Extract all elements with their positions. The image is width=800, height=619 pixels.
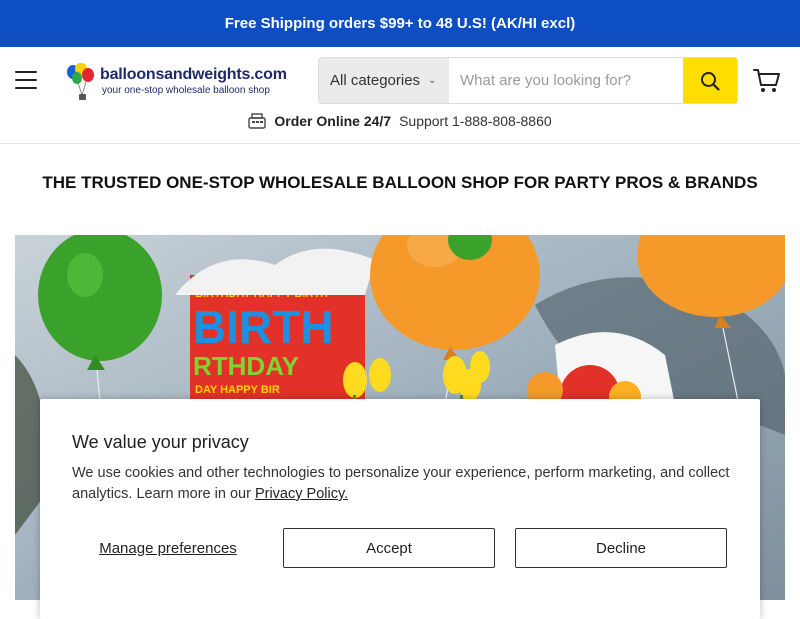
menu-icon[interactable]	[15, 71, 37, 89]
manage-preferences-button[interactable]: Manage preferences	[83, 528, 253, 568]
bag-text-bottom: DAY HAPPY BIR	[195, 384, 280, 396]
cookie-body: We use cookies and other technologies to…	[72, 463, 732, 505]
logo[interactable]: balloonsandweights.com your one-stop who…	[64, 63, 294, 101]
balloons-logo-icon	[67, 63, 94, 100]
announcement-bar: Free Shipping orders $99+ to 48 U.S! (AK…	[0, 0, 800, 47]
cookie-title: We value your privacy	[72, 432, 249, 452]
site-header: balloonsandweights.com your one-stop who…	[0, 47, 800, 144]
search-button[interactable]	[683, 58, 737, 103]
page-title: THE TRUSTED ONE-STOP WHOLESALE BALLOON S…	[42, 173, 758, 192]
chevron-down-icon: ⌄	[428, 75, 437, 86]
privacy-policy-link[interactable]: Privacy Policy.	[255, 486, 348, 502]
bag-text-mid: RTHDAY	[193, 351, 299, 381]
phone-icon	[248, 113, 267, 129]
cookie-banner: We value your privacy We use cookies and…	[40, 399, 760, 619]
search-input[interactable]	[449, 58, 683, 103]
logo-name: balloonsandweights.com	[100, 66, 287, 83]
bag-text-large: BIRTH	[193, 301, 334, 353]
order-online-text: Order Online 24/7	[274, 113, 392, 129]
support-link[interactable]: Support 1-888-808-8860	[399, 113, 552, 129]
category-select-label: All categories	[330, 72, 421, 89]
search-bar: All categories ⌄	[318, 57, 738, 104]
accept-button[interactable]: Accept	[283, 528, 495, 568]
announcement-text: Free Shipping orders $99+ to 48 U.S! (AK…	[224, 15, 576, 32]
logo-tagline: your one-stop wholesale balloon shop	[102, 85, 270, 96]
decline-button[interactable]: Decline	[515, 528, 727, 568]
search-icon	[701, 71, 720, 91]
cookie-body-text: We use cookies and other technologies to…	[72, 465, 730, 502]
category-select[interactable]: All categories ⌄	[319, 58, 449, 103]
cart-icon[interactable]	[753, 68, 781, 94]
header-subline: Order Online 24/7 Support 1-888-808-8860	[0, 113, 800, 129]
